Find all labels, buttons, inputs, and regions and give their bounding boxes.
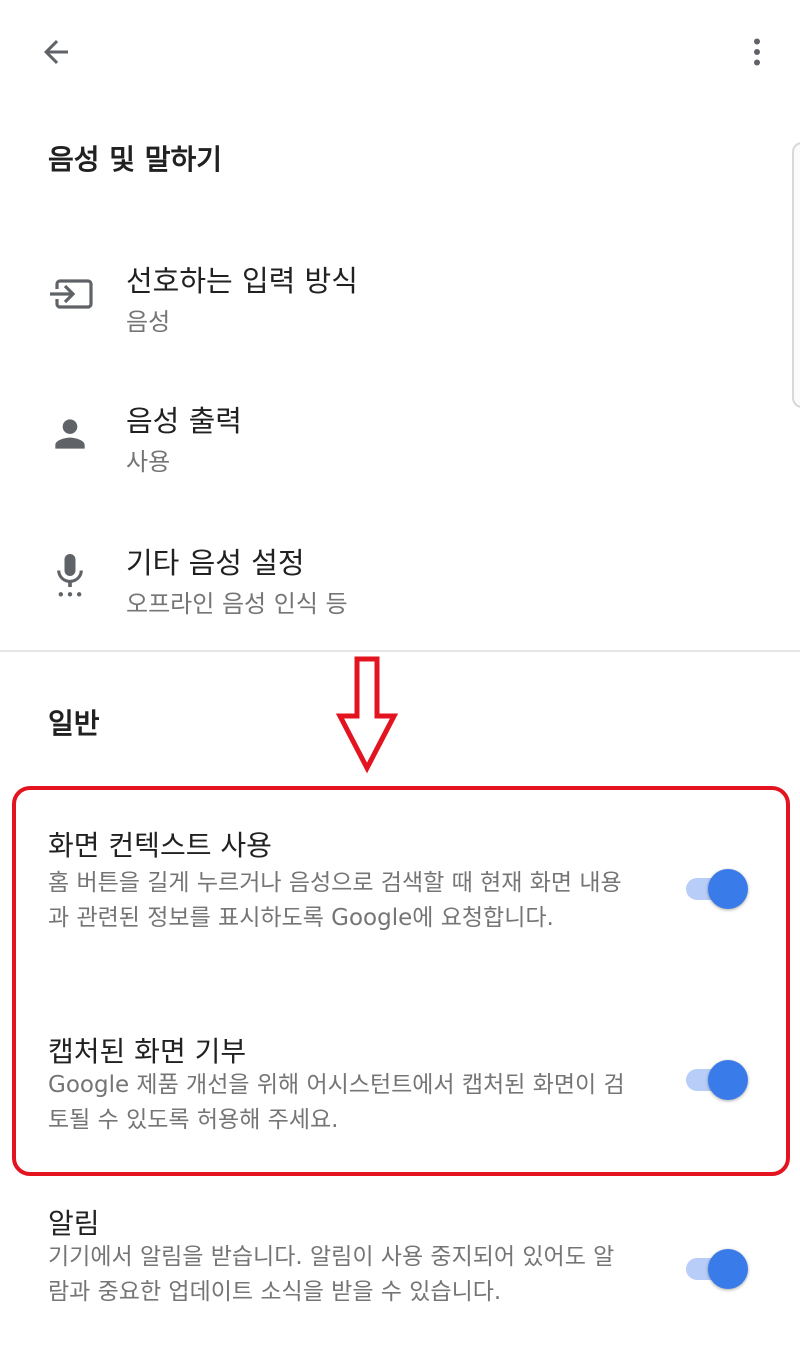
microphone-icon: [44, 550, 96, 602]
item-subtitle: 사용: [126, 448, 171, 476]
section-title-voice: 음성 및 말하기: [48, 143, 223, 176]
list-item-preferred-input[interactable]: 선호하는 입력 방식 음성: [0, 228, 800, 358]
more-vert-icon: [754, 38, 760, 66]
item-subtitle: 오프라인 음성 인식 등: [126, 590, 348, 618]
setting-desc-notifications: 기기에서 알림을 받습니다. 알림이 사용 중지되어 있어도 알람과 중요한 업…: [48, 1244, 615, 1305]
item-subtitle: 음성: [126, 308, 171, 336]
toggle-notifications[interactable]: [684, 1244, 748, 1294]
more-options-button[interactable]: [732, 26, 782, 78]
person-icon: [44, 408, 96, 460]
highlight-annotation-box: [12, 786, 790, 1176]
item-title: 선호하는 입력 방식: [126, 264, 358, 298]
list-item-voice-output[interactable]: 음성 출력 사용: [0, 370, 800, 500]
section-divider: [0, 650, 800, 652]
back-button[interactable]: [28, 26, 84, 78]
item-title: 음성 출력: [126, 404, 242, 438]
section-title-general: 일반: [48, 707, 100, 740]
toggle-thumb: [708, 1249, 748, 1289]
list-item-other-voice-settings[interactable]: 기타 음성 설정 오프라인 음성 인식 등: [0, 512, 800, 642]
back-arrow-icon: [44, 40, 68, 64]
setting-title-notifications: 알림: [48, 1207, 100, 1240]
down-arrow-annotation-icon: [336, 656, 398, 774]
input-method-icon: [44, 268, 96, 320]
item-title: 기타 음성 설정: [126, 546, 305, 580]
